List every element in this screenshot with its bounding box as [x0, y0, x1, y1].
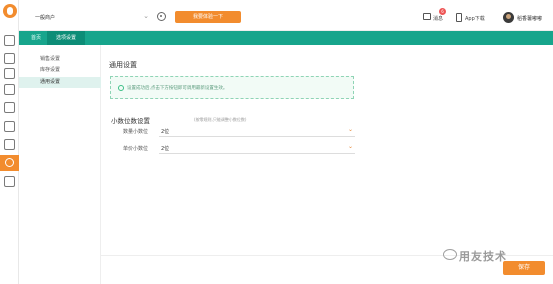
wechat-icon	[443, 249, 457, 260]
app-logo-icon[interactable]	[3, 4, 17, 18]
page-title: 通用设置	[109, 61, 137, 69]
price-decimals-select[interactable]: 2位 ⌄	[159, 143, 355, 154]
watermark: 用友技术	[459, 250, 507, 263]
house-icon[interactable]	[4, 102, 15, 113]
tab-home[interactable]: 首页	[25, 31, 47, 45]
report-icon[interactable]	[4, 176, 15, 187]
info-icon	[118, 85, 124, 91]
subnav-item-sales[interactable]: 销售设置	[19, 54, 101, 65]
settings-subnav: 销售设置 库存设置 通用设置	[19, 45, 101, 284]
tab-bar: 首页 选项设置	[19, 31, 553, 45]
user-name[interactable]: 稻香薯嘟嘟	[517, 15, 542, 22]
decimal-section-title: 小数位数设置	[111, 117, 150, 125]
settings-gear-icon[interactable]	[157, 12, 166, 21]
chevron-down-icon: ⌄	[347, 126, 353, 133]
account-select-value: 一般商户	[35, 15, 56, 21]
table-icon[interactable]	[4, 139, 15, 150]
chevron-down-icon: ⌄	[143, 12, 149, 20]
subnav-item-inventory[interactable]: 库存设置	[19, 65, 101, 76]
app-download-link[interactable]: App下载	[465, 15, 485, 22]
quantity-decimals-value: 2位	[161, 129, 170, 135]
notice-text: 设置成功后,点击下方按钮即可调用最新设置生效。	[127, 86, 228, 91]
phone-icon[interactable]	[456, 13, 462, 22]
try-experience-button[interactable]: 我要体验一下	[175, 11, 241, 23]
message-icon[interactable]	[423, 13, 431, 20]
info-notice: 设置成功后,点击下方按钮即可调用最新设置生效。	[110, 76, 354, 99]
main-content: 通用设置 设置成功后,点击下方按钮即可调用最新设置生效。 小数位数设置 (按零规…	[101, 45, 553, 284]
save-button[interactable]: 保存	[503, 261, 545, 275]
bag-icon[interactable]	[4, 68, 15, 79]
chevron-down-icon: ⌄	[347, 143, 353, 150]
icon-rail	[0, 0, 19, 284]
quantity-decimals-label: 数量小数位	[123, 129, 149, 135]
clipboard-icon[interactable]	[4, 121, 15, 132]
package-icon[interactable]	[4, 84, 15, 95]
quantity-decimals-select[interactable]: 2位 ⌄	[159, 126, 355, 137]
message-count-badge: 6	[439, 8, 446, 15]
tab-option-settings[interactable]: 选项设置	[47, 31, 86, 45]
subnav-item-general[interactable]: 通用设置	[19, 77, 101, 88]
decimal-section-hint: (按零规则,只能调整小数位数)	[194, 117, 247, 122]
price-decimals-value: 2位	[161, 146, 170, 152]
price-decimals-label: 单价小数位	[123, 146, 149, 152]
avatar[interactable]	[503, 12, 514, 23]
account-select[interactable]: 一般商户 ⌄	[33, 11, 149, 23]
gear-icon	[5, 158, 14, 167]
top-header: 一般商户 ⌄ 我要体验一下 6 消息 App下载 稻香薯嘟嘟	[19, 0, 553, 31]
shop-icon[interactable]	[4, 53, 15, 64]
messages-link[interactable]: 消息	[433, 15, 443, 22]
home-icon[interactable]	[4, 35, 15, 46]
